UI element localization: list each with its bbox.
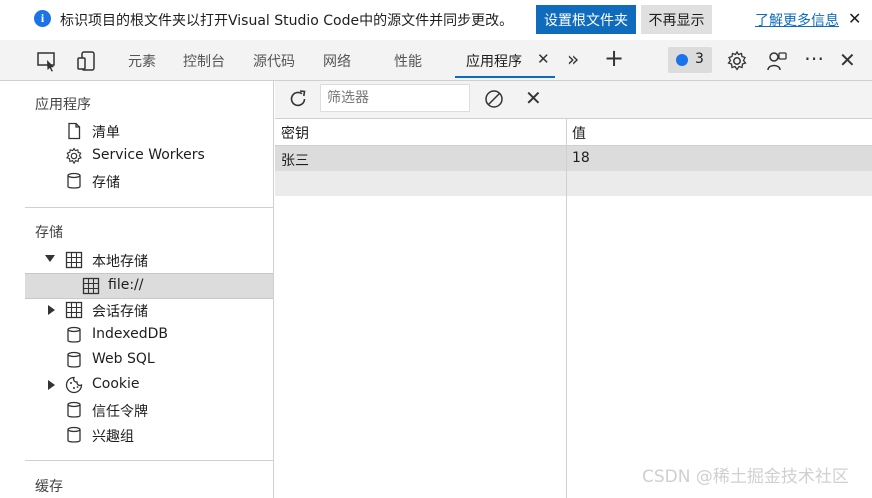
database-icon bbox=[67, 172, 81, 189]
tab-performance[interactable]: 性能 bbox=[394, 51, 422, 71]
infobar-message: 标识项目的根文件夹以打开Visual Studio Code中的源文件并同步更改… bbox=[60, 13, 514, 29]
sidebar-item-label: 清单 bbox=[92, 125, 120, 141]
tab-application[interactable]: 应用程序 bbox=[466, 51, 522, 71]
sidebar-item-cookie[interactable]: Cookie bbox=[25, 373, 273, 397]
table-row-empty[interactable] bbox=[275, 171, 872, 196]
sidebar-item-service-workers[interactable]: Service Workers bbox=[25, 144, 273, 168]
expand-arrow-icon[interactable] bbox=[48, 380, 55, 390]
watermark: CSDN @稀土掘金技术社区 bbox=[642, 467, 849, 487]
sidebar-item-local-storage[interactable]: 本地存储 bbox=[25, 248, 273, 272]
cell-key[interactable]: 张三 bbox=[281, 150, 309, 170]
sidebar-item-label: 存储 bbox=[92, 175, 120, 191]
section-cache: 缓存 bbox=[35, 479, 63, 495]
more-tabs-icon[interactable]: » bbox=[567, 47, 579, 71]
section-divider bbox=[25, 460, 273, 461]
learn-more-link[interactable]: 了解更多信息 bbox=[755, 10, 839, 30]
sidebar-item-indexeddb[interactable]: IndexedDB bbox=[25, 323, 273, 347]
sidebar-item-label: Cookie bbox=[92, 376, 140, 392]
sidebar-item-manifest[interactable]: 清单 bbox=[25, 119, 273, 143]
database-icon bbox=[67, 426, 81, 443]
active-tab-indicator bbox=[455, 76, 555, 78]
sidebar-item-label: 信任令牌 bbox=[92, 404, 148, 420]
delete-selected-icon[interactable]: ✕ bbox=[525, 86, 542, 110]
close-tab-icon[interactable]: ✕ bbox=[537, 50, 550, 68]
column-header-key[interactable]: 密钥 bbox=[281, 123, 309, 143]
sidebar-item-label: 会话存储 bbox=[92, 304, 148, 320]
device-emulation-icon[interactable] bbox=[76, 50, 98, 72]
tab-sources[interactable]: 源代码 bbox=[253, 51, 295, 71]
document-icon bbox=[68, 122, 81, 140]
section-divider bbox=[25, 207, 273, 208]
close-devtools-icon[interactable]: ✕ bbox=[839, 48, 856, 72]
sidebar-item-label: IndexedDB bbox=[92, 326, 168, 342]
table-grid-icon bbox=[65, 251, 83, 269]
infobar: i 标识项目的根文件夹以打开Visual Studio Code中的源文件并同步… bbox=[0, 0, 872, 38]
add-tab-icon[interactable]: + bbox=[604, 44, 624, 72]
column-divider[interactable] bbox=[566, 119, 567, 498]
gear-icon bbox=[66, 147, 82, 165]
close-icon[interactable]: ✕ bbox=[848, 9, 861, 28]
cell-value[interactable]: 18 bbox=[572, 150, 590, 166]
sidebar-item-label: 本地存储 bbox=[92, 254, 148, 270]
dont-show-again-button[interactable]: 不再显示 bbox=[641, 5, 712, 34]
inspect-element-icon[interactable] bbox=[36, 50, 58, 72]
sidebar-item-file-origin[interactable]: file:// bbox=[25, 273, 273, 299]
feedback-icon[interactable] bbox=[766, 50, 788, 72]
table-grid-icon bbox=[82, 277, 100, 295]
more-options-icon[interactable]: ⋯ bbox=[804, 46, 825, 70]
info-icon: i bbox=[34, 10, 51, 27]
expand-arrow-icon[interactable] bbox=[48, 305, 55, 315]
section-storage: 存储 bbox=[35, 225, 63, 241]
sidebar-item-label: Service Workers bbox=[92, 147, 205, 163]
tab-console[interactable]: 控制台 bbox=[183, 51, 225, 71]
sidebar-item-websql[interactable]: Web SQL bbox=[25, 348, 273, 372]
database-icon bbox=[67, 351, 81, 368]
set-root-folder-button[interactable]: 设置根文件夹 bbox=[536, 5, 636, 34]
sidebar-item-label: file:// bbox=[108, 277, 144, 293]
cookie-icon bbox=[65, 376, 83, 394]
database-icon bbox=[67, 401, 81, 418]
devtools-toolbar: 元素 控制台 源代码 网络 性能 应用程序 ✕ » + 3 ⋯ ✕ bbox=[0, 40, 872, 81]
issues-badge[interactable]: 3 bbox=[668, 47, 712, 73]
sidebar-item-session-storage[interactable]: 会话存储 bbox=[25, 298, 273, 322]
sidebar-item-storage[interactable]: 存储 bbox=[25, 169, 273, 193]
table-grid-icon bbox=[65, 301, 83, 319]
table-header: 密钥 值 bbox=[275, 119, 872, 146]
tab-elements[interactable]: 元素 bbox=[128, 51, 156, 71]
sidebar-item-label: Web SQL bbox=[92, 351, 155, 367]
table-row[interactable]: 张三 18 bbox=[275, 146, 872, 171]
refresh-icon[interactable] bbox=[287, 88, 309, 110]
message-icon bbox=[676, 54, 688, 66]
sidebar-item-interest-groups[interactable]: 兴趣组 bbox=[25, 423, 273, 447]
settings-gear-icon[interactable] bbox=[726, 50, 748, 72]
storage-main-panel: ✕ 密钥 值 张三 18 bbox=[275, 81, 872, 498]
sidebar-item-label: 兴趣组 bbox=[92, 429, 134, 445]
application-sidebar: 应用程序 清单 Service Workers 存储 存储 本地存储 file:… bbox=[25, 81, 274, 498]
section-application: 应用程序 bbox=[35, 97, 91, 113]
filter-input[interactable] bbox=[320, 84, 470, 112]
tab-network[interactable]: 网络 bbox=[323, 51, 351, 71]
storage-toolbar: ✕ bbox=[275, 81, 872, 119]
issues-count: 3 bbox=[695, 51, 704, 67]
clear-all-icon[interactable] bbox=[483, 88, 505, 110]
column-header-value[interactable]: 值 bbox=[572, 123, 586, 143]
sidebar-item-trust-tokens[interactable]: 信任令牌 bbox=[25, 398, 273, 422]
database-icon bbox=[67, 326, 81, 343]
expand-arrow-icon[interactable] bbox=[45, 255, 55, 262]
